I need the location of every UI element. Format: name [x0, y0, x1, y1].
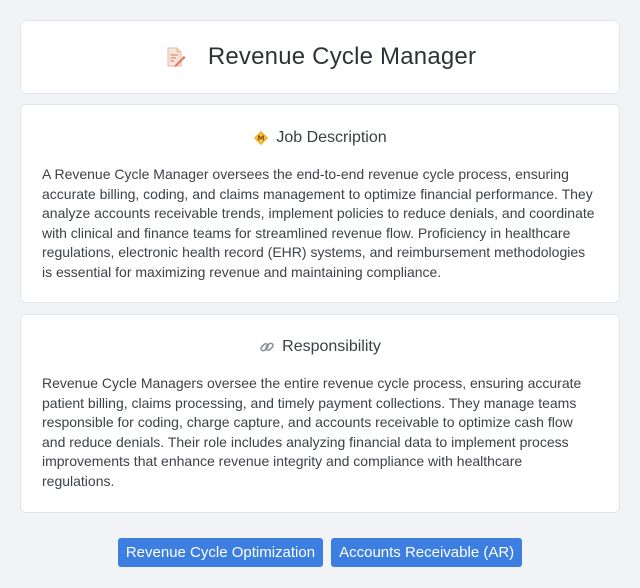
job-description-text: A Revenue Cycle Manager oversees the end… — [42, 166, 595, 280]
job-description-card: M Job Description A Revenue Cycle Manage… — [20, 104, 620, 303]
link-icon — [259, 339, 275, 355]
job-description-heading: M Job Description — [42, 105, 598, 147]
responsibility-card: Responsibility Revenue Cycle Managers ov… — [20, 314, 620, 513]
responsibility-title: Responsibility — [282, 338, 381, 355]
page-title: Revenue Cycle Manager — [207, 43, 477, 70]
responsibility-text: Revenue Cycle Managers oversee the entir… — [42, 375, 582, 489]
tag-revenue-cycle-optimization[interactable]: Revenue Cycle Optimization — [117, 538, 324, 567]
job-description-title: Job Description — [276, 129, 387, 146]
page-container: Revenue Cycle Manager M Job Description … — [0, 0, 640, 567]
responsibility-heading: Responsibility — [42, 315, 598, 356]
tag-accounts-receivable[interactable]: Accounts Receivable (AR) — [331, 538, 523, 567]
title-card: Revenue Cycle Manager — [20, 20, 620, 94]
svg-text:M: M — [258, 135, 265, 143]
document-pencil-icon — [164, 46, 186, 68]
tag-list: Revenue Cycle Optimization Accounts Rece… — [20, 538, 620, 567]
badge-icon: M — [253, 130, 269, 146]
